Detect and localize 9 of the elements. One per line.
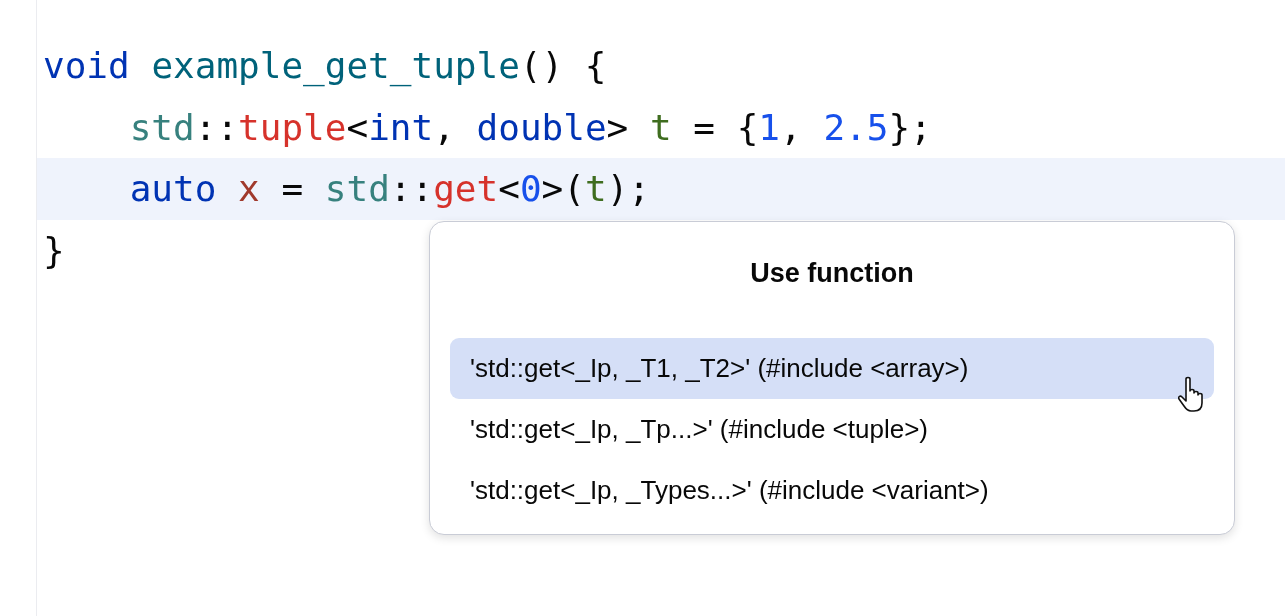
popup-menu-item[interactable]: 'std::get<_Ip, _Types...>' (#include <variant>) [450, 460, 1214, 521]
popup-title: Use function [750, 257, 914, 290]
pointer-hand-icon [1178, 376, 1206, 412]
popup-menu-item[interactable]: 'std::get<_Ip, _Tp...>' (#include <tuple>) [450, 399, 1214, 460]
popup-menu-item[interactable]: 'std::get<_Ip, _T1, _T2>' (#include <array>) [450, 338, 1214, 399]
code-line: } [43, 229, 65, 271]
code-line: std::tuple<int, double> t = {1, 2.5}; [128, 106, 932, 148]
code-line: auto x = std::get<0>(t); [128, 168, 650, 210]
code-line: void example_get_tuple() { [43, 45, 607, 87]
